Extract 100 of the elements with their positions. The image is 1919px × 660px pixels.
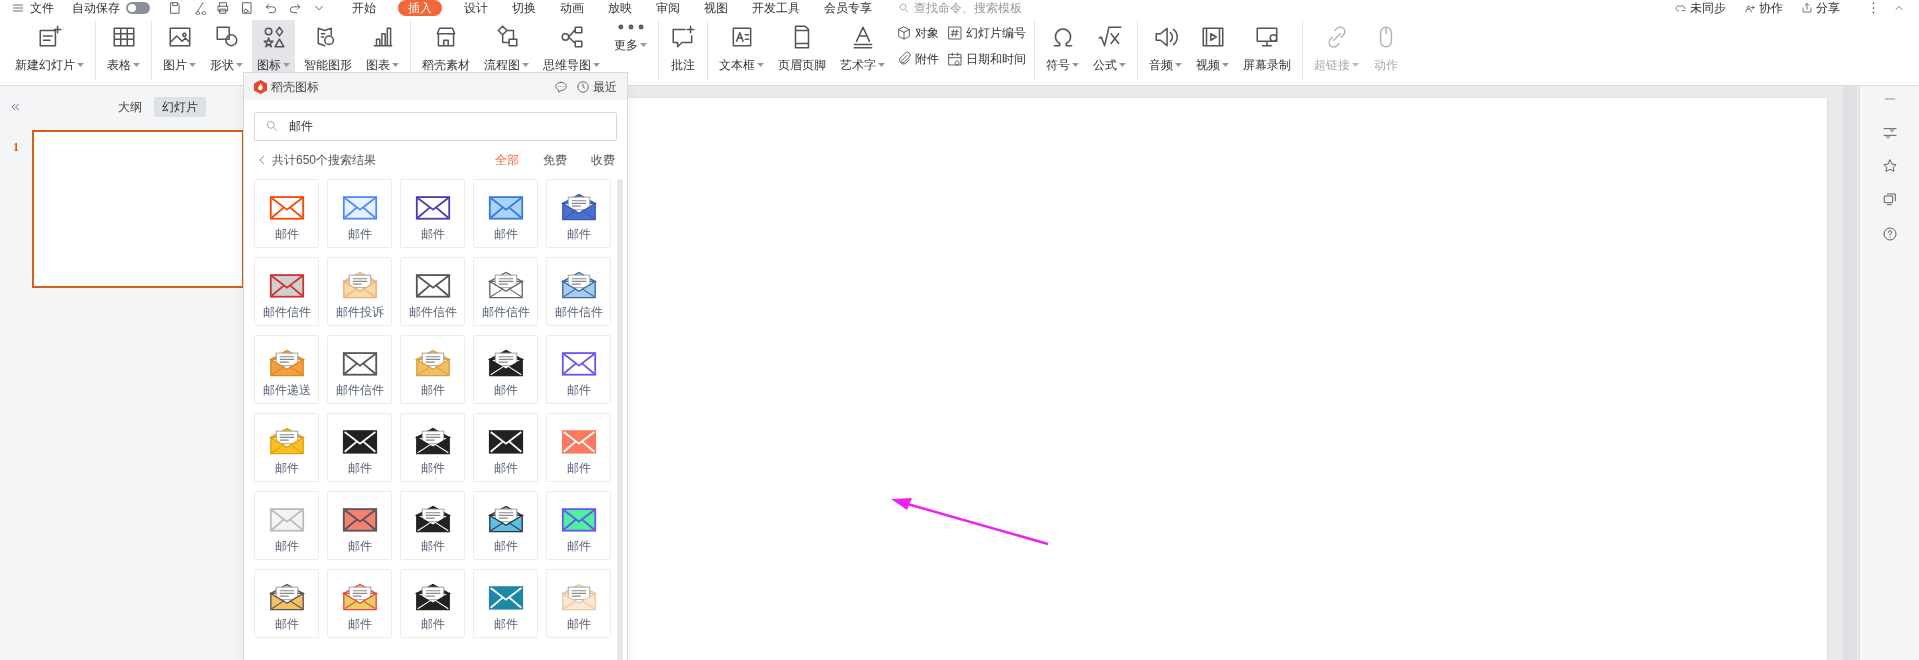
- ribbon-button[interactable]: 附件: [896, 48, 939, 70]
- ribbon-button[interactable]: 表格: [102, 20, 145, 76]
- icon-result-tile[interactable]: 邮件: [473, 569, 538, 638]
- star-icon[interactable]: [1881, 158, 1898, 174]
- icon-result-tile[interactable]: 邮件: [254, 179, 319, 248]
- filter-tab[interactable]: 免费: [543, 151, 567, 169]
- more-icon[interactable]: [1872, 2, 1875, 14]
- ribbon-tab[interactable]: 动画: [558, 0, 586, 16]
- icon-result-tile[interactable]: 邮件: [546, 491, 611, 560]
- toolbar-action[interactable]: 协作: [1744, 0, 1783, 16]
- open-envelope-icon: [487, 504, 524, 534]
- icon-result-tile[interactable]: 邮件投诉: [327, 257, 392, 326]
- icon-result-tile[interactable]: 邮件: [546, 413, 611, 482]
- ribbon-button[interactable]: 文本框: [714, 20, 769, 76]
- redo-icon[interactable]: [288, 1, 302, 15]
- back-link[interactable]: 共计650个搜索结果: [256, 151, 377, 169]
- icon-result-tile[interactable]: 邮件: [400, 179, 465, 248]
- autosave-toggle[interactable]: [126, 2, 150, 14]
- open-envelope-icon: [341, 270, 378, 300]
- icon-result-tile[interactable]: 邮件信件: [400, 257, 465, 326]
- paperclip-icon: [896, 51, 912, 67]
- ribbon-button[interactable]: 更多: [609, 20, 652, 76]
- ribbon-button[interactable]: 稻壳素材: [417, 20, 475, 76]
- preview-icon[interactable]: [240, 1, 254, 15]
- ribbon-button[interactable]: 音频: [1144, 20, 1187, 76]
- icon-result-tile[interactable]: 邮件: [400, 413, 465, 482]
- icon-result-tile[interactable]: 邮件信件: [546, 257, 611, 326]
- scrollbar[interactable]: [617, 179, 623, 660]
- icon-result-tile[interactable]: 邮件: [254, 569, 319, 638]
- chat-icon[interactable]: [554, 79, 568, 94]
- undo-icon[interactable]: [264, 1, 278, 15]
- icon-result-tile[interactable]: 邮件: [546, 569, 611, 638]
- clock-icon: [576, 79, 590, 94]
- icon-result-tile[interactable]: 邮件: [473, 179, 538, 248]
- open-envelope-icon: [414, 426, 451, 456]
- ribbon-button[interactable]: 批注: [665, 20, 701, 76]
- ribbon-button[interactable]: 符号: [1041, 20, 1084, 76]
- open-envelope-icon: [268, 348, 305, 378]
- ribbon-button[interactable]: 图表: [361, 20, 404, 76]
- slide-thumbnail[interactable]: [31, 130, 244, 288]
- hash-icon: [947, 25, 963, 41]
- icon-result-tile[interactable]: 邮件: [327, 491, 392, 560]
- toolbar-action[interactable]: 未同步: [1675, 0, 1726, 16]
- icon-result-tile[interactable]: 邮件: [327, 413, 392, 482]
- ribbon-button[interactable]: 页眉页脚: [773, 20, 831, 76]
- icon-result-tile[interactable]: 邮件信件: [254, 257, 319, 326]
- icon-result-tile[interactable]: 邮件: [400, 335, 465, 404]
- slides-icon[interactable]: [1881, 192, 1898, 208]
- help-icon[interactable]: [1881, 226, 1898, 242]
- ribbon-button[interactable]: 思维导图: [538, 20, 605, 76]
- print-icon[interactable]: [216, 1, 230, 15]
- ribbon-button[interactable]: 图片: [158, 20, 201, 76]
- icon-result-tile[interactable]: 邮件: [400, 569, 465, 638]
- open-envelope-icon: [487, 348, 524, 378]
- panel-tab[interactable]: 大纲: [110, 97, 150, 117]
- icon-result-tile[interactable]: 邮件: [473, 491, 538, 560]
- ribbon-tab[interactable]: 开始: [350, 0, 378, 16]
- slide-number: 1: [11, 139, 20, 156]
- icon-result-tile[interactable]: 邮件: [327, 569, 392, 638]
- icon-result-tile[interactable]: 邮件: [473, 335, 538, 404]
- ribbon-button[interactable]: 形状: [205, 20, 248, 76]
- icon-result-tile[interactable]: 邮件递送: [254, 335, 319, 404]
- ribbon-button[interactable]: 智能图形: [299, 20, 357, 76]
- scrollbar[interactable]: [1843, 86, 1857, 660]
- panel-tab[interactable]: 幻灯片: [154, 97, 206, 117]
- icon-result-tile[interactable]: 邮件: [254, 413, 319, 482]
- ribbon-tab[interactable]: 视图: [702, 0, 730, 16]
- icon-result-tile[interactable]: 邮件: [327, 179, 392, 248]
- ribbon-tab[interactable]: 设计: [462, 0, 490, 16]
- ribbon-button[interactable]: 艺术字: [835, 20, 890, 76]
- ribbon-button[interactable]: 对象: [896, 22, 939, 44]
- ribbon-button[interactable]: 公式: [1088, 20, 1131, 76]
- ribbon-button[interactable]: 幻灯片编号: [947, 22, 1026, 44]
- icon-result-tile[interactable]: 邮件: [546, 335, 611, 404]
- open-envelope-icon: [560, 270, 597, 300]
- ribbon-tab[interactable]: 切换: [510, 0, 538, 16]
- filter-tab[interactable]: 收费: [591, 151, 615, 169]
- icon-result-tile[interactable]: 邮件信件: [327, 335, 392, 404]
- ribbon-button[interactable]: 视频: [1191, 20, 1234, 76]
- file-menu[interactable]: 文件: [12, 0, 54, 16]
- ribbon-tab[interactable]: 放映: [606, 0, 634, 16]
- icon-result-tile[interactable]: 邮件信件: [473, 257, 538, 326]
- icon-result-tile[interactable]: 邮件: [473, 413, 538, 482]
- open-envelope-icon: [268, 582, 305, 612]
- icon-result-tile[interactable]: 邮件: [400, 491, 465, 560]
- scissors-icon[interactable]: [192, 1, 206, 15]
- ribbon-tab[interactable]: 会员专享: [822, 0, 874, 16]
- icon-search-field[interactable]: 邮件: [254, 112, 617, 141]
- ribbon-button[interactable]: 屏幕录制: [1238, 20, 1296, 76]
- ribbon-button[interactable]: 日期和时间: [947, 48, 1026, 70]
- ribbon-button[interactable]: 流程图: [479, 20, 534, 76]
- ribbon-tab[interactable]: 开发工具: [750, 0, 802, 16]
- ribbon-button[interactable]: 新建幻灯片: [10, 20, 89, 76]
- save-icon[interactable]: [168, 1, 182, 15]
- toolbar-action[interactable]: 分享: [1801, 0, 1840, 16]
- command-search-field[interactable]: 查找命令、搜索模板: [914, 0, 1044, 16]
- recent-button[interactable]: 最近: [576, 77, 617, 96]
- icon-result-tile[interactable]: 邮件: [254, 491, 319, 560]
- ribbon-tab[interactable]: 审阅: [654, 0, 682, 16]
- icon-result-tile[interactable]: 邮件: [546, 179, 611, 248]
